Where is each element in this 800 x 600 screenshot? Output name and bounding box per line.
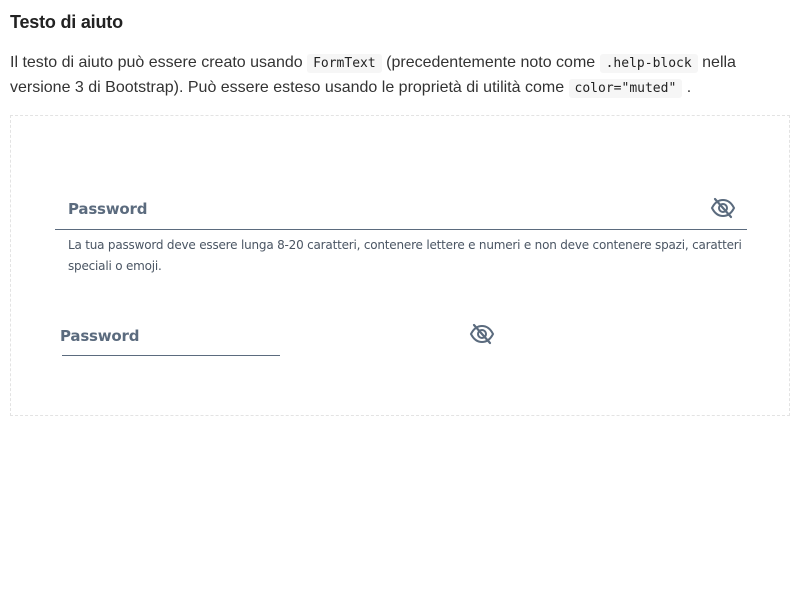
- password-label: Password: [60, 327, 140, 345]
- eye-slash-svg: [710, 197, 736, 219]
- description-text: Il testo di aiuto può essere creato usan…: [10, 54, 308, 71]
- password-underline: [55, 229, 747, 230]
- code-color-muted: color="muted": [568, 79, 683, 98]
- eye-slash-icon[interactable]: [710, 197, 736, 219]
- password-field-1[interactable]: Password: [55, 186, 747, 231]
- code-help-block: .help-block: [599, 54, 698, 73]
- eye-slash-icon[interactable]: [469, 323, 495, 345]
- description-text: .: [682, 79, 692, 96]
- section-description: Il testo di aiuto può essere creato usan…: [10, 51, 790, 101]
- password-help-text: La tua password deve essere lunga 8-20 c…: [68, 238, 742, 273]
- description-text: (precedentemente noto come: [381, 54, 600, 71]
- password-label: Password: [68, 200, 148, 218]
- example-box: Password La tua password deve essere lun…: [10, 115, 790, 416]
- password-underline: [62, 355, 280, 356]
- section-title: Testo di aiuto: [10, 12, 123, 32]
- code-formtext: FormText: [307, 54, 382, 73]
- eye-slash-svg: [469, 323, 495, 345]
- password-field-2[interactable]: Password: [59, 318, 499, 358]
